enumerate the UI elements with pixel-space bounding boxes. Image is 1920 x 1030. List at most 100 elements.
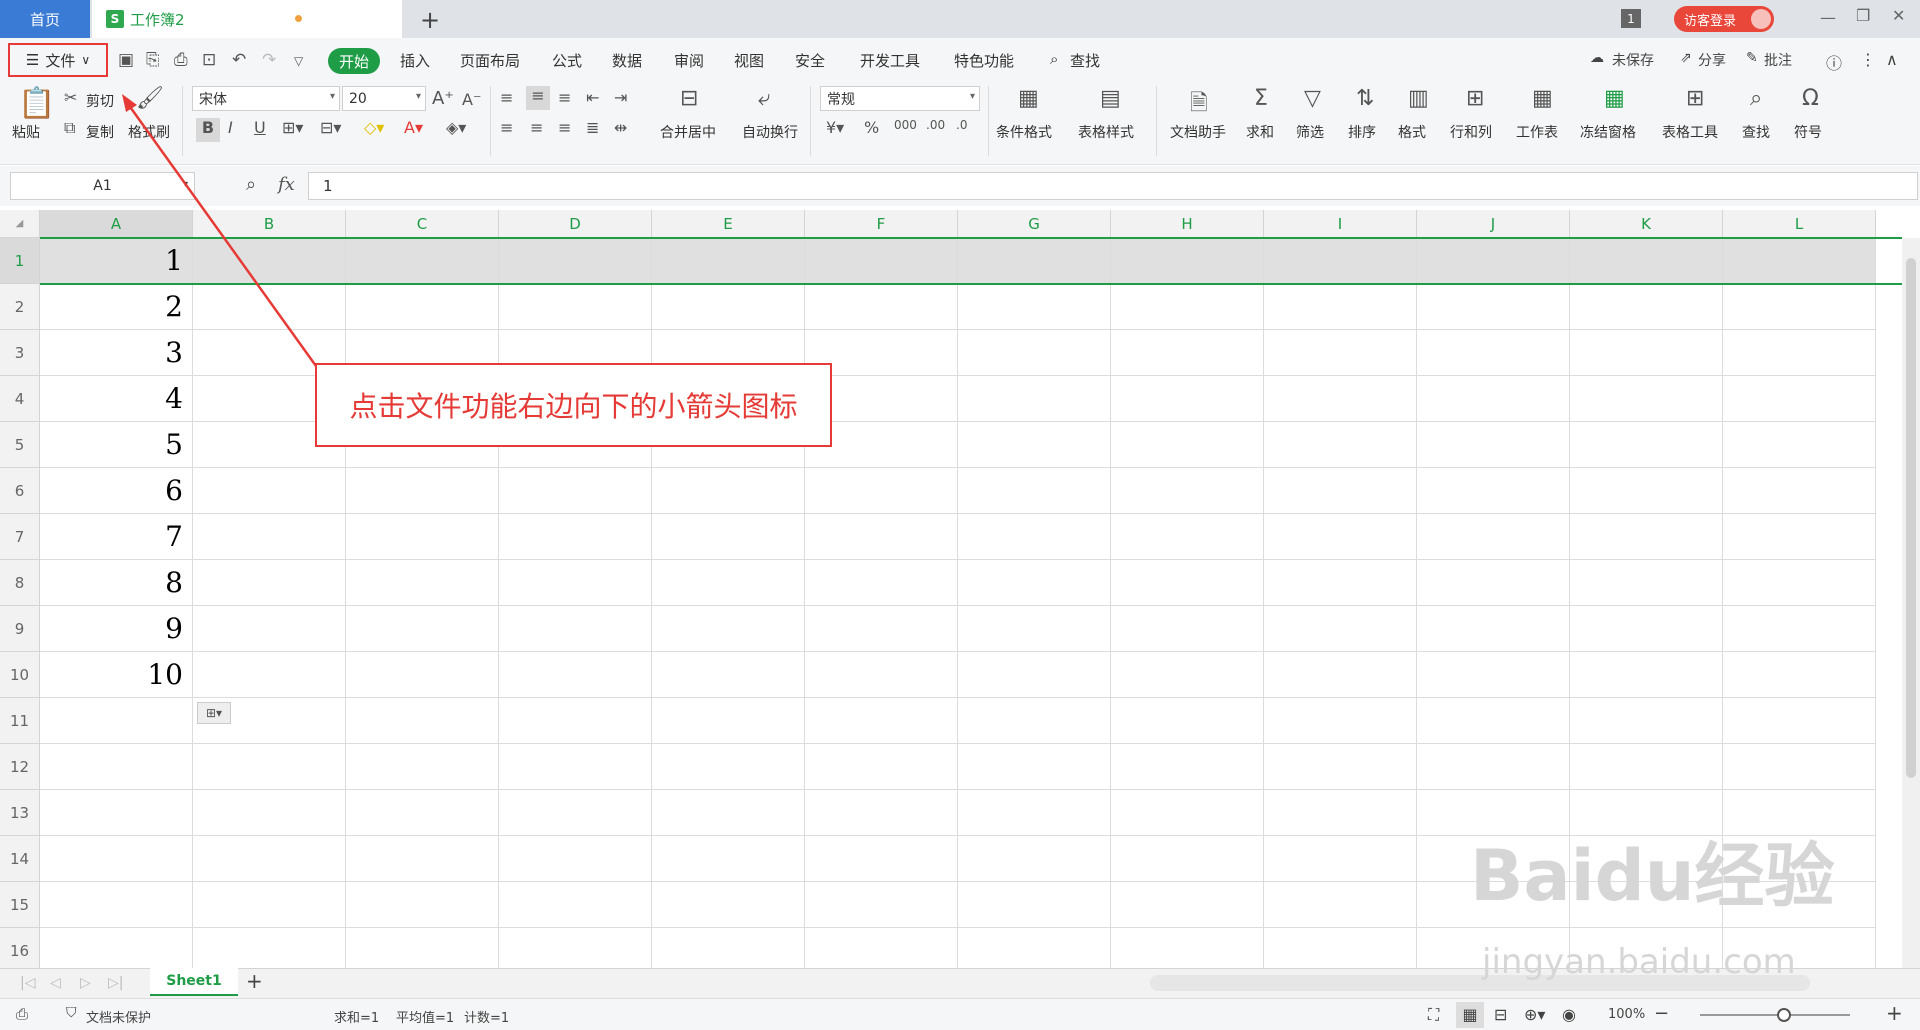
menu-insert[interactable]: 插入 [400, 50, 430, 71]
border-icon[interactable]: ⊞▾ [282, 118, 303, 137]
paste-icon[interactable]: 📋 [18, 86, 55, 121]
row-header-14[interactable]: 14 [0, 836, 40, 882]
last-sheet-icon[interactable]: ▷| [108, 975, 123, 991]
cell-l7[interactable] [1723, 514, 1876, 560]
filter-icon[interactable]: ▽ [1304, 86, 1321, 111]
cell-g9[interactable] [958, 606, 1111, 652]
paste-button[interactable]: 粘贴 [12, 122, 40, 142]
cell-j11[interactable] [1417, 698, 1570, 744]
row-header-3[interactable]: 3 [0, 330, 40, 376]
align-right-icon[interactable]: ≡ [558, 118, 571, 137]
output-icon[interactable]: ⎘ [146, 50, 160, 70]
cell-g16[interactable] [958, 928, 1111, 968]
cell-l10[interactable] [1723, 652, 1876, 698]
cell-i7[interactable] [1264, 514, 1417, 560]
cell-l3[interactable] [1723, 330, 1876, 376]
window-count-badge[interactable]: 1 [1621, 9, 1641, 28]
increase-decimal-icon[interactable]: .00 [926, 118, 945, 132]
cut-button[interactable]: 剪切 [86, 91, 114, 111]
cell-b7[interactable] [193, 514, 346, 560]
scissors-icon[interactable]: ✂ [64, 88, 77, 107]
cell-f12[interactable] [805, 744, 958, 790]
underline-button[interactable]: U [254, 118, 266, 137]
cell-h9[interactable] [1111, 606, 1264, 652]
cell-d11[interactable] [499, 698, 652, 744]
currency-icon[interactable]: ¥▾ [826, 118, 844, 137]
share-button[interactable]: 分享 [1698, 50, 1726, 70]
cell-l11[interactable] [1723, 698, 1876, 744]
wrap-text-icon[interactable]: ⤶ [758, 86, 770, 111]
row-header-8[interactable]: 8 [0, 560, 40, 606]
zoom-level[interactable]: 100% [1608, 1007, 1645, 1022]
table-tools-icon[interactable]: ⊞ [1686, 86, 1704, 111]
indent-decrease-icon[interactable]: ⇤ [586, 88, 599, 107]
restore-button[interactable]: ❐ [1856, 6, 1870, 25]
cell-h16[interactable] [1111, 928, 1264, 968]
row-header-1[interactable]: 1 [0, 238, 40, 284]
column-header-b[interactable]: B [193, 210, 346, 238]
page-break-view-icon[interactable]: ⊟ [1494, 1005, 1507, 1024]
rows-cols-button[interactable]: 行和列 [1450, 122, 1492, 142]
collapse-ribbon-icon[interactable]: ∧ [1886, 50, 1898, 69]
doc-assistant-button[interactable]: 文档助手 [1170, 122, 1226, 142]
cell-i11[interactable] [1264, 698, 1417, 744]
row-header-4[interactable]: 4 [0, 376, 40, 422]
merge-icon[interactable]: ⊟ [680, 86, 698, 111]
font-color-icon[interactable]: A▾ [404, 118, 423, 137]
cell-l6[interactable] [1723, 468, 1876, 514]
cell-d14[interactable] [499, 836, 652, 882]
menu-page-layout[interactable]: 页面布局 [460, 50, 520, 71]
cell-a11[interactable] [40, 698, 193, 744]
row-header-16[interactable]: 16 [0, 928, 40, 968]
zoom-slider-knob[interactable] [1777, 1008, 1791, 1022]
cell-j12[interactable] [1417, 744, 1570, 790]
sheet-tab-sheet1[interactable]: Sheet1 [150, 968, 238, 996]
cell-k7[interactable] [1570, 514, 1723, 560]
cell-g2[interactable] [958, 284, 1111, 330]
font-shrink-icon[interactable]: A⁻ [462, 90, 481, 109]
cell-d9[interactable] [499, 606, 652, 652]
cell-f16[interactable] [805, 928, 958, 968]
table-style-icon[interactable]: ▤ [1100, 86, 1121, 111]
cell-j4[interactable] [1417, 376, 1570, 422]
minimize-button[interactable]: — [1820, 8, 1836, 27]
cell-g13[interactable] [958, 790, 1111, 836]
cell-h4[interactable] [1111, 376, 1264, 422]
row-header-13[interactable]: 13 [0, 790, 40, 836]
cell-d8[interactable] [499, 560, 652, 606]
menu-features[interactable]: 特色功能 [954, 50, 1014, 71]
cell-b2[interactable] [193, 284, 346, 330]
chevron-down-icon[interactable]: ∨ [81, 53, 90, 67]
cell-style-icon[interactable]: ⊟▾ [320, 118, 341, 137]
cell-e16[interactable] [652, 928, 805, 968]
macro-icon[interactable]: ⎙ [16, 1005, 28, 1023]
zoom-formula-icon[interactable]: ⌕ [246, 174, 256, 195]
cell-d7[interactable] [499, 514, 652, 560]
cell-e12[interactable] [652, 744, 805, 790]
cell-e13[interactable] [652, 790, 805, 836]
row-header-5[interactable]: 5 [0, 422, 40, 468]
percent-icon[interactable]: % [864, 118, 879, 137]
cell-k8[interactable] [1570, 560, 1723, 606]
cell-l2[interactable] [1723, 284, 1876, 330]
cell-f10[interactable] [805, 652, 958, 698]
cell-j7[interactable] [1417, 514, 1570, 560]
unsaved-status[interactable]: 未保存 [1612, 50, 1654, 70]
cell-g5[interactable] [958, 422, 1111, 468]
cell-c11[interactable] [346, 698, 499, 744]
fill-color-icon[interactable]: ◇▾ [364, 118, 384, 137]
paste-options-icon[interactable]: ⊞▾ [197, 702, 231, 724]
format-button[interactable]: 格式 [1398, 122, 1426, 142]
rows-cols-icon[interactable]: ⊞ [1466, 86, 1484, 111]
cell-f9[interactable] [805, 606, 958, 652]
search-icon[interactable]: ⌕ [1050, 50, 1058, 68]
fullscreen-icon[interactable]: ⛶ [1428, 1005, 1439, 1025]
find-icon[interactable]: ⌕ [1750, 86, 1762, 111]
font-name-select[interactable]: 宋体 ▾ [192, 86, 340, 111]
cell-c2[interactable] [346, 284, 499, 330]
cell-i4[interactable] [1264, 376, 1417, 422]
file-menu-button[interactable]: ☰ 文件 ∨ [8, 43, 108, 77]
cell-c15[interactable] [346, 882, 499, 928]
chevron-down-icon[interactable]: ▾ [183, 179, 188, 190]
cell-l5[interactable] [1723, 422, 1876, 468]
